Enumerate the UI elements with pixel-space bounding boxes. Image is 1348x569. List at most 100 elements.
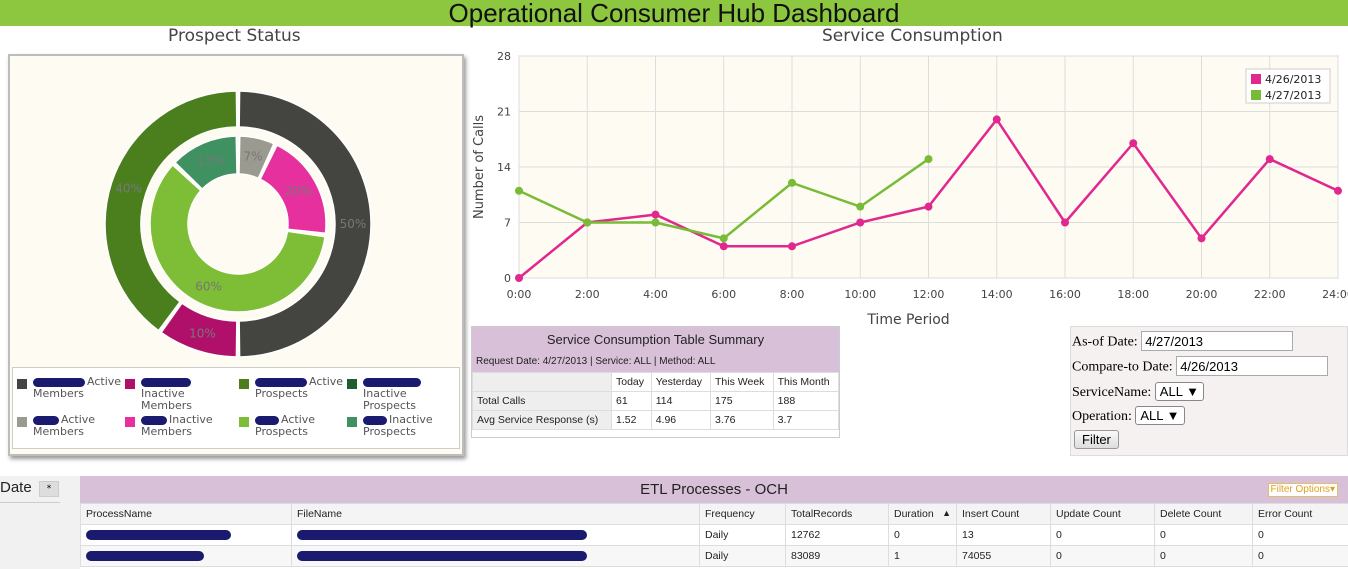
y-tick-label: 0: [504, 272, 511, 285]
data-point[interactable]: [1061, 218, 1069, 227]
redacted-text: [297, 530, 587, 541]
outer-ring-pct-label: 40%: [115, 181, 142, 195]
x-tick-label: 14:00: [981, 288, 1013, 301]
summary-header-row: Today Yesterday This Week This Month: [472, 372, 840, 392]
filter-options-button[interactable]: Filter Options▾: [1267, 483, 1338, 497]
y-tick-label: 28: [497, 50, 511, 63]
inner-ring-pct-label: 60%: [195, 279, 222, 293]
summary-col-week: This Week: [710, 372, 774, 392]
cell: 0: [1252, 545, 1348, 567]
legend-swatch: [239, 379, 249, 389]
compare-row: Compare-to Date:: [1072, 356, 1329, 376]
data-point[interactable]: [583, 218, 592, 227]
prospect-status-panel: 50% 10% 40% 7% 20% 60% 13% Active Members Inac…: [8, 54, 464, 456]
filter-button[interactable]: Filter: [1074, 430, 1119, 449]
col-duration[interactable]: Duration ▲: [888, 503, 957, 525]
legend-swatch: [239, 417, 249, 427]
cell: 61: [611, 391, 652, 411]
cell: 0: [1154, 545, 1253, 567]
etl-header-row: ProcessName FileName Frequency TotalReco…: [80, 503, 1348, 525]
data-point[interactable]: [1129, 139, 1138, 148]
file-name-cell: [291, 545, 700, 567]
x-tick-label: 20:00: [1186, 288, 1218, 301]
col-delete[interactable]: Delete Count: [1154, 503, 1253, 525]
legend-label: 4/26/2013: [1265, 73, 1321, 86]
data-point[interactable]: [651, 218, 660, 227]
summary-col-yesterday: Yesterday: [650, 372, 712, 392]
cell: 0: [1252, 524, 1348, 546]
data-point[interactable]: [515, 186, 523, 195]
operation-row: Operation: ALL ▼: [1072, 406, 1185, 425]
service-consumption-title: Service Consumption: [822, 26, 1003, 46]
summary-corner: [472, 372, 612, 392]
cell: 3.76: [710, 410, 774, 430]
cell: Daily: [699, 545, 786, 567]
cell: 83089: [785, 545, 889, 567]
data-point[interactable]: [515, 274, 523, 282]
y-tick-label: 21: [497, 106, 511, 119]
as-of-date-input[interactable]: [1141, 331, 1294, 351]
data-point[interactable]: [924, 202, 933, 211]
cell: 4.96: [650, 410, 712, 430]
cell: 1.52: [611, 410, 652, 430]
process-name-cell: [80, 545, 292, 567]
data-point[interactable]: [856, 202, 865, 211]
redacted-text: [86, 551, 204, 562]
legend-swatch: [17, 417, 27, 427]
col-insert[interactable]: Insert Count: [956, 503, 1051, 525]
service-select[interactable]: ALL ▼: [1154, 382, 1204, 401]
compare-label: Compare-to Date:: [1072, 359, 1173, 375]
data-point[interactable]: [1334, 186, 1342, 195]
x-axis-label: Time Period: [866, 312, 949, 326]
y-axis-label: Number of Calls: [472, 115, 487, 219]
data-point[interactable]: [1265, 155, 1274, 164]
data-point[interactable]: [1197, 234, 1206, 243]
col-totalrecords[interactable]: TotalRecords: [785, 503, 889, 525]
x-tick-label: 24:00: [1322, 288, 1348, 301]
prospect-status-title: Prospect Status: [168, 26, 301, 46]
summary-col-today: Today: [611, 372, 652, 392]
page-title: Operational Consumer Hub Dashboard: [448, 0, 900, 28]
file-name-cell: [291, 524, 700, 546]
data-point[interactable]: [651, 210, 660, 219]
dashboard-title-bar: Operational Consumer Hub Dashboard: [0, 0, 1348, 26]
col-duration-label: Duration: [894, 508, 934, 520]
col-update[interactable]: Update Count: [1050, 503, 1155, 525]
table-row[interactable]: Daily 83089 1 74055 0 0 0: [80, 545, 1348, 567]
legend-label: 4/27/2013: [1265, 89, 1321, 102]
inner-ring-pct-label: 13%: [197, 154, 224, 168]
redacted-text: [297, 551, 587, 562]
legend-swatch: [347, 417, 357, 427]
inner-ring-pct-label: 7%: [244, 150, 263, 164]
x-tick-label: 10:00: [844, 288, 876, 301]
summary-subtitle: Request Date: 4/27/2013 | Service: ALL |…: [472, 354, 839, 372]
data-point[interactable]: [856, 218, 865, 227]
date-toggle-button[interactable]: *: [39, 481, 59, 497]
filter-panel: As-of Date: Compare-to Date: ServiceName…: [1070, 326, 1348, 456]
row-label: Total Calls: [472, 391, 612, 411]
prospect-legend: Active Members Inactive Members Active P…: [12, 367, 460, 449]
data-point[interactable]: [719, 234, 728, 243]
table-row[interactable]: Daily 12762 0 13 0 0 0: [80, 524, 1348, 546]
operation-select[interactable]: ALL ▼: [1135, 406, 1185, 425]
data-point[interactable]: [992, 115, 1001, 124]
col-error[interactable]: Error Count: [1252, 503, 1348, 525]
data-point[interactable]: [924, 155, 933, 164]
legend-swatch: [1251, 74, 1261, 84]
inner-ring-pct-label: 20%: [285, 184, 312, 198]
cell: 1: [888, 545, 957, 567]
data-point[interactable]: [788, 178, 796, 187]
col-frequency[interactable]: Frequency: [699, 503, 786, 525]
cell: 74055: [956, 545, 1051, 567]
sort-ascending-icon: ▲: [942, 508, 951, 518]
col-processname[interactable]: ProcessName: [80, 503, 292, 525]
col-filename[interactable]: FileName: [291, 503, 700, 525]
compare-date-input[interactable]: [1176, 356, 1329, 376]
cell: 13: [956, 524, 1051, 546]
data-point[interactable]: [719, 242, 728, 251]
as-of-row: As-of Date:: [1072, 331, 1294, 351]
data-point[interactable]: [788, 242, 796, 251]
x-tick-label: 8:00: [780, 288, 805, 301]
summary-row-avg-response: Avg Service Response (s) 1.52 4.96 3.76 …: [472, 410, 840, 430]
cell: 0: [888, 524, 957, 546]
